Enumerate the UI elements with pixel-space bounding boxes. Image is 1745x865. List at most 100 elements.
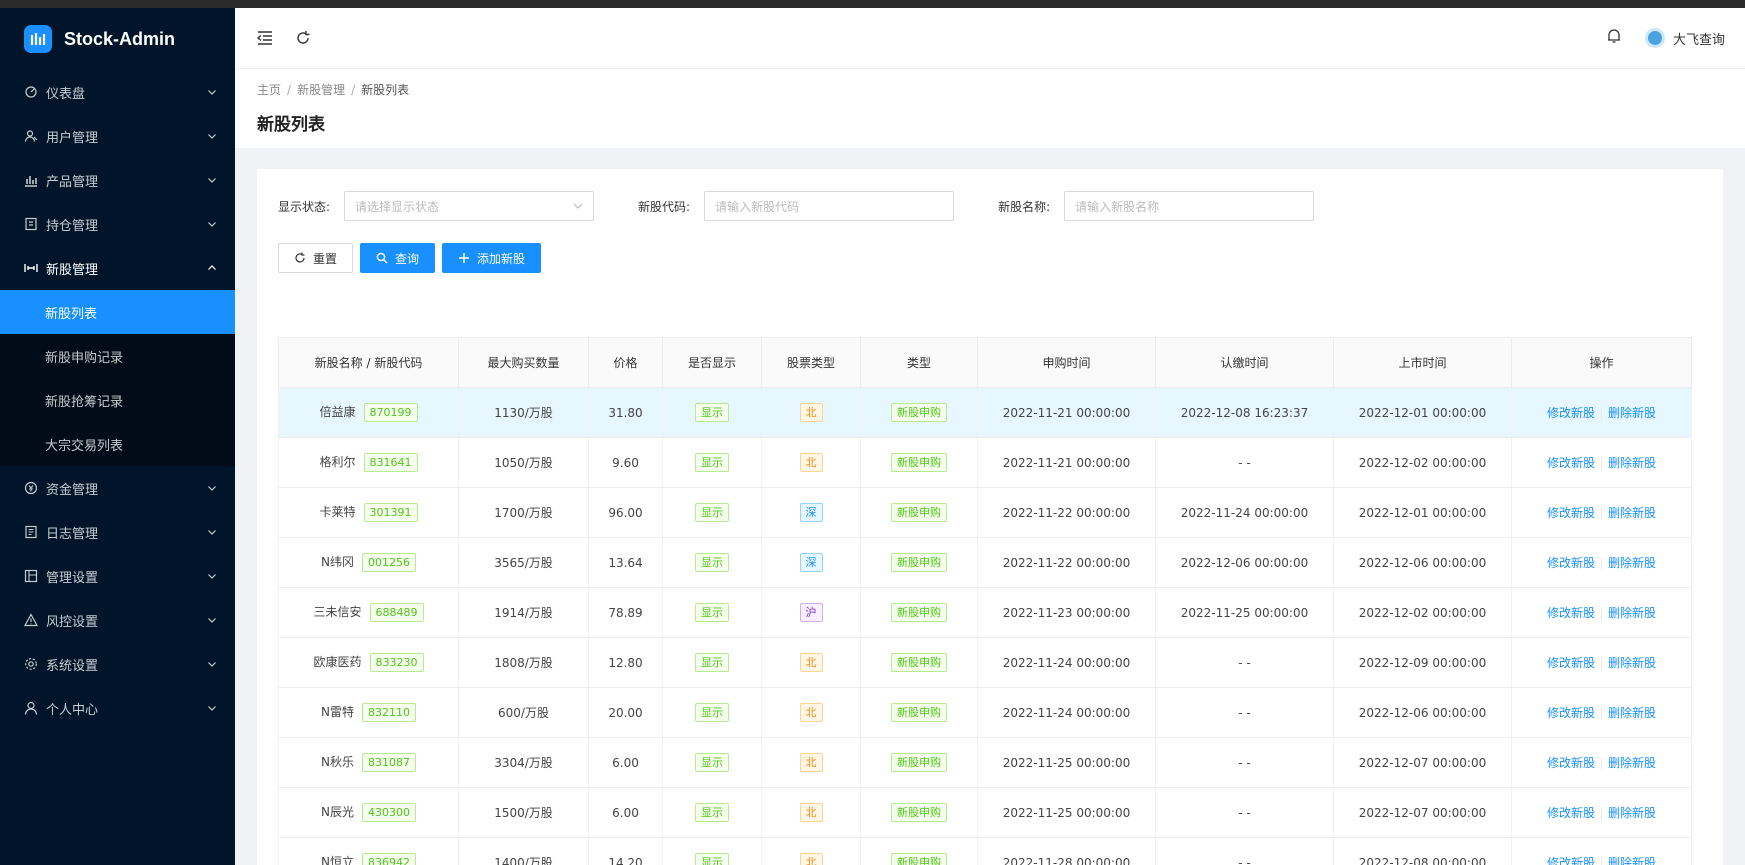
market-cell: 北: [761, 837, 861, 865]
delete-ipo-link[interactable]: 删除新股: [1608, 756, 1656, 770]
edit-ipo-link[interactable]: 修改新股: [1547, 706, 1595, 720]
pay-time-cell: - -: [1155, 737, 1334, 788]
price-cell: 9.60: [588, 437, 663, 488]
show-status-tag: 显示: [695, 753, 729, 772]
table-row[interactable]: 格利尔 831641 1050/万股 9.60 显示 北 新股申购 2022-11-21 00…: [278, 437, 1692, 488]
submenu-item[interactable]: 新股列表: [0, 290, 235, 334]
column-header: 最大购买数量: [458, 337, 589, 388]
edit-ipo-link[interactable]: 修改新股: [1547, 506, 1595, 520]
table-row[interactable]: N秋乐 831087 3304/万股 6.00 显示 北 新股申购 2022-11-25 00…: [278, 737, 1692, 788]
column-header: 上市时间: [1333, 337, 1512, 388]
chevron-down-icon: [208, 222, 216, 227]
market-tag: 北: [799, 853, 823, 865]
name-code-cell: 欧康医药 833230: [278, 637, 459, 688]
show-cell: 显示: [662, 487, 762, 538]
name-input[interactable]: 请输入新股名称: [1064, 191, 1315, 221]
edit-ipo-link[interactable]: 修改新股: [1547, 656, 1595, 670]
delete-ipo-link[interactable]: 删除新股: [1608, 456, 1656, 470]
reset-icon: [294, 252, 306, 264]
edit-ipo-link[interactable]: 修改新股: [1547, 456, 1595, 470]
edit-ipo-link[interactable]: 修改新股: [1547, 556, 1595, 570]
apply-time-cell: 2022-11-25 00:00:00: [977, 787, 1156, 838]
refresh-icon[interactable]: [293, 28, 313, 48]
sidebar-item-label: 资金管理: [46, 482, 99, 498]
sidebar-item-bar-chart[interactable]: 产品管理: [0, 158, 235, 202]
sidebar-item-admin-settings[interactable]: 管理设置: [0, 554, 235, 598]
sidebar-item-log[interactable]: 日志管理: [0, 510, 235, 554]
avatar[interactable]: [1644, 28, 1665, 48]
submenu-item[interactable]: 新股申购记录: [0, 334, 235, 378]
reset-button[interactable]: 重置: [278, 243, 354, 273]
code-filter-label: 新股代码:: [638, 199, 691, 214]
edit-ipo-link[interactable]: 修改新股: [1547, 756, 1595, 770]
name-code-cell: N雷特 832110: [278, 687, 459, 738]
max-qty-cell: 1700/万股: [458, 487, 589, 538]
code-input[interactable]: 请输入新股代码: [704, 191, 955, 221]
edit-ipo-link[interactable]: 修改新股: [1547, 406, 1595, 420]
delete-ipo-link[interactable]: 删除新股: [1608, 406, 1656, 420]
price-cell: 96.00: [588, 487, 663, 538]
apply-time-cell: 2022-11-21 00:00:00: [977, 387, 1156, 438]
column-header: 是否显示: [662, 337, 762, 388]
chevron-down-icon: [208, 530, 216, 535]
table-row[interactable]: N恒立 836942 1400/万股 14.20 显示 北 新股申购 2022-11-28 0…: [278, 837, 1692, 865]
table-row[interactable]: 卡莱特 301391 1700/万股 96.00 显示 深 新股申购 2022-11-22 0…: [278, 487, 1692, 538]
sidebar-item-warning[interactable]: 风控设置: [0, 598, 235, 642]
edit-ipo-link[interactable]: 修改新股: [1547, 606, 1595, 620]
chevron-down-icon: [573, 203, 583, 209]
column-header: 操作: [1511, 337, 1692, 388]
column-header: 认缴时间: [1155, 337, 1334, 388]
sidebar-item-ipo[interactable]: 新股管理: [0, 246, 235, 290]
status-select[interactable]: 请选择显示状态: [344, 191, 595, 221]
query-button[interactable]: 查询: [360, 243, 436, 273]
app-logo[interactable]: Stock-Admin: [0, 8, 235, 70]
sidebar-item-dashboard[interactable]: 仪表盘: [0, 70, 235, 114]
sidebar-item-label: 新股管理: [46, 262, 99, 278]
query-label: 查询: [395, 251, 420, 266]
delete-ipo-link[interactable]: 删除新股: [1608, 656, 1656, 670]
table-row[interactable]: N纬冈 001256 3565/万股 13.64 显示 深 新股申购 2022-11-22 0…: [278, 537, 1692, 588]
app-title: Stock-Admin: [64, 28, 176, 49]
collapse-menu-icon[interactable]: [255, 28, 275, 48]
table-row[interactable]: 倍益康 870199 1130/万股 31.80 显示 北 新股申购 2022-11-21 0…: [278, 387, 1692, 438]
bell-icon[interactable]: [1607, 28, 1621, 48]
edit-ipo-link[interactable]: 修改新股: [1547, 856, 1595, 865]
type-cell: 新股申购: [860, 587, 978, 638]
show-cell: 显示: [662, 537, 762, 588]
type-tag: 新股申购: [891, 603, 947, 622]
pay-time-cell: 2022-12-08 16:23:37: [1155, 387, 1334, 438]
username[interactable]: 大飞查询: [1673, 29, 1725, 48]
table-row[interactable]: 欧康医药 833230 1808/万股 12.80 显示 北 新股申购 2022-11-24 …: [278, 637, 1692, 688]
add-ipo-button[interactable]: 添加新股: [442, 243, 542, 273]
submenu-item[interactable]: 大宗交易列表: [0, 422, 235, 466]
delete-ipo-link[interactable]: 删除新股: [1608, 856, 1656, 865]
browser-top-strip: [0, 0, 1745, 8]
type-tag: 新股申购: [891, 653, 947, 672]
delete-ipo-link[interactable]: 删除新股: [1608, 606, 1656, 620]
delete-ipo-link[interactable]: 删除新股: [1608, 706, 1656, 720]
table-row[interactable]: N辰光 430300 1500/万股 6.00 显示 北 新股申购 2022-11-25 00…: [278, 787, 1692, 838]
delete-ipo-link[interactable]: 删除新股: [1608, 506, 1656, 520]
edit-ipo-link[interactable]: 修改新股: [1547, 806, 1595, 820]
chevron-down-icon: [208, 178, 216, 183]
delete-ipo-link[interactable]: 删除新股: [1608, 806, 1656, 820]
submenu-item[interactable]: 新股抢筹记录: [0, 378, 235, 422]
table-row[interactable]: 三未信安 688489 1914/万股 78.89 显示 沪 新股申购 2022-11-23 …: [278, 587, 1692, 638]
ipo-name: N纬冈: [321, 555, 354, 569]
market-tag: 深: [799, 553, 823, 572]
delete-ipo-link[interactable]: 删除新股: [1608, 556, 1656, 570]
breadcrumb-ipo-manage[interactable]: 新股管理: [297, 83, 345, 97]
pay-time-cell: - -: [1155, 837, 1334, 865]
sidebar-item-position[interactable]: 持仓管理: [0, 202, 235, 246]
sidebar-item-money[interactable]: 资金管理: [0, 466, 235, 510]
sidebar-item-user-manage[interactable]: 用户管理: [0, 114, 235, 158]
max-qty-cell: 3304/万股: [458, 737, 589, 788]
name-code-cell: N恒立 836942: [278, 837, 459, 865]
ipo-name: N辰光: [321, 805, 354, 819]
breadcrumb-home[interactable]: 主页: [257, 83, 281, 97]
sidebar-item-gear[interactable]: 系统设置: [0, 642, 235, 686]
table-body: 倍益康 870199 1130/万股 31.80 显示北新股申购 2022-11-21 0…: [278, 387, 1692, 865]
action-divider: [1601, 557, 1602, 570]
sidebar-item-person[interactable]: 个人中心: [0, 686, 235, 730]
table-row[interactable]: N雷特 832110 600/万股 20.00 显示 北 新股申购 2022-11-24 00…: [278, 687, 1692, 738]
